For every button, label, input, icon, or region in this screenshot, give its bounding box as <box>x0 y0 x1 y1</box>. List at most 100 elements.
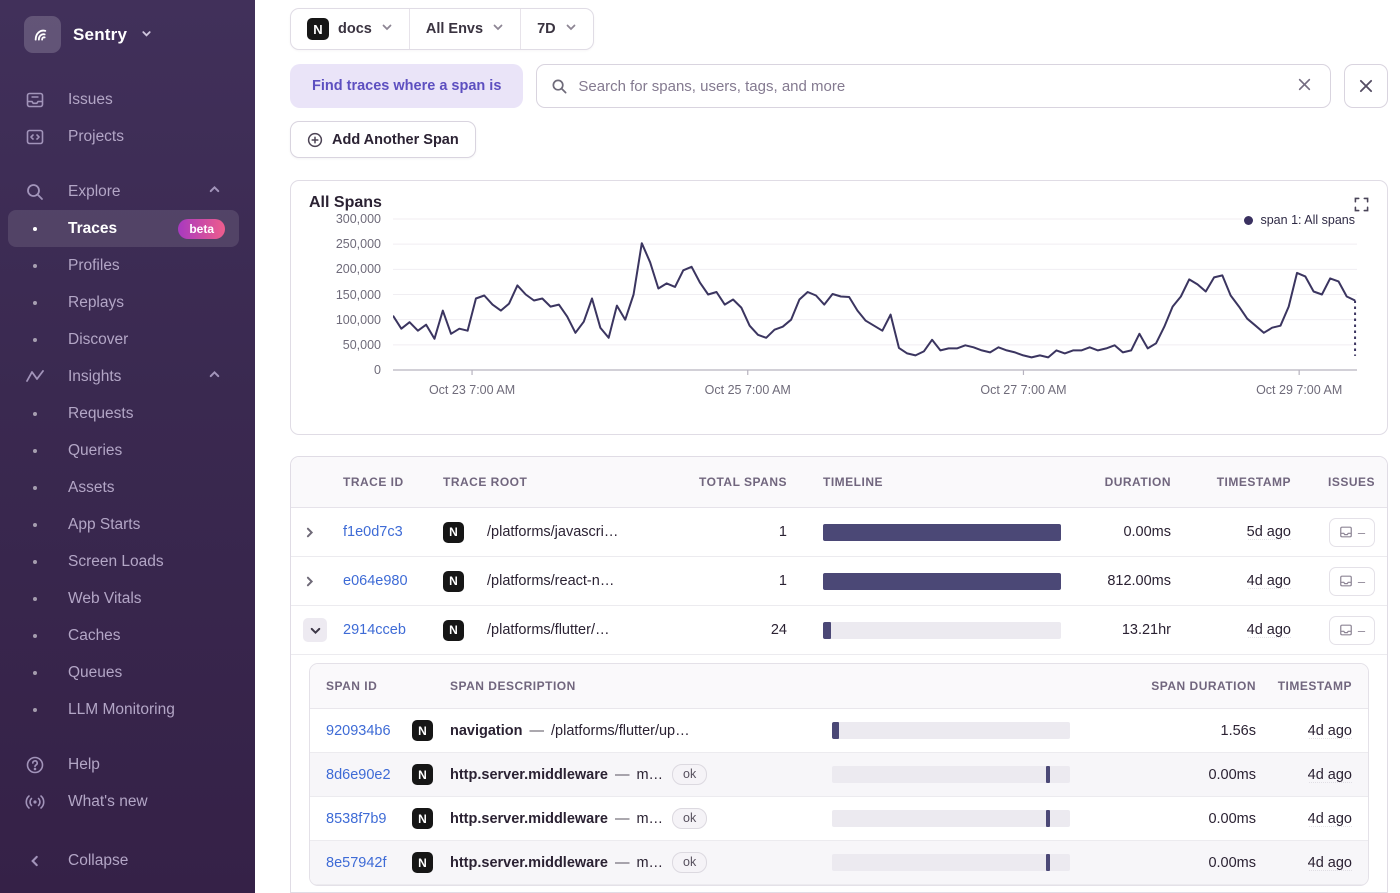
timeline-bar <box>823 621 1061 639</box>
issues-chip[interactable]: – <box>1329 615 1375 645</box>
sidebar-item-discover[interactable]: Discover <box>8 321 239 358</box>
span-description: http.server.middleware — m… ok <box>450 764 832 785</box>
sidebar-item-label: Queues <box>68 663 123 681</box>
sidebar-item-issues[interactable]: Issues <box>8 81 239 118</box>
span-id-link[interactable]: 8d6e90e2 <box>326 767 412 783</box>
sidebar-item-replays[interactable]: Replays <box>8 284 239 321</box>
x-axis-tick-label: Oct 29 7:00 AM <box>1256 383 1343 397</box>
span-id-link[interactable]: 8538f7b9 <box>326 811 412 827</box>
sidebar-item-label: Profiles <box>68 256 120 274</box>
header-span-timestamp: TIMESTAMP <box>1277 679 1352 693</box>
bullet-icon <box>24 596 46 601</box>
span-timestamp: 4d ago <box>1307 854 1352 871</box>
y-axis-tick-label: 200,000 <box>335 262 381 277</box>
sidebar-item-screen-loads[interactable]: Screen Loads <box>8 543 239 580</box>
chart-x-axis: Oct 23 7:00 AM Oct 25 7:00 AM Oct 27 7:00 … <box>393 383 1357 403</box>
sidebar-item-label: Screen Loads <box>68 552 164 570</box>
expand-row-icon[interactable] <box>303 575 343 588</box>
add-another-span-label: Add Another Span <box>332 131 459 148</box>
nextjs-platform-icon: N <box>412 764 433 785</box>
span-duration: 0.00ms <box>1208 810 1256 827</box>
sidebar-item-explore[interactable]: Explore <box>8 173 239 210</box>
sidebar-item-queues[interactable]: Queues <box>8 654 239 691</box>
sidebar-item-label: What's new <box>68 792 148 810</box>
sidebar-item-projects[interactable]: Projects <box>8 118 239 155</box>
span-timestamp: 4d ago <box>1307 722 1352 739</box>
legend-label: span 1: All spans <box>1260 213 1355 227</box>
chevron-down-icon <box>141 28 152 42</box>
sidebar-item-what-s-new[interactable]: What's new <box>8 783 239 820</box>
find-traces-label: Find traces where a span is <box>290 64 524 108</box>
sidebar-item-insights[interactable]: Insights <box>8 358 239 395</box>
issues-chip[interactable]: – <box>1329 566 1375 596</box>
trace-id-link[interactable]: f1e0d7c3 <box>343 524 443 540</box>
span-id-link[interactable]: 920934b6 <box>326 723 412 739</box>
bullet-icon <box>24 337 46 342</box>
header-duration: DURATION <box>1104 475 1171 489</box>
sidebar-item-profiles[interactable]: Profiles <box>8 247 239 284</box>
header-span-description: SPAN DESCRIPTION <box>450 679 576 693</box>
status-badge: ok <box>672 764 708 785</box>
sidebar-item-web-vitals[interactable]: Web Vitals <box>8 580 239 617</box>
remove-span-filter-button[interactable] <box>1344 64 1388 108</box>
duration: 0.00ms <box>1123 524 1171 540</box>
span-timestamp: 4d ago <box>1307 766 1352 783</box>
span-search-input[interactable] <box>578 77 1283 95</box>
span-description: navigation — /platforms/flutter/up… <box>450 722 690 739</box>
sidebar-item-label: Requests <box>68 404 134 422</box>
sidebar-item-caches[interactable]: Caches <box>8 617 239 654</box>
sidebar-footer: Help What's new Collapse <box>0 746 247 893</box>
timeline-bar <box>823 523 1061 541</box>
expand-row-icon[interactable] <box>303 526 343 539</box>
span-id-link[interactable]: 8e57942f <box>326 855 412 871</box>
bullet-icon <box>24 300 46 305</box>
main-content: N docs All Envs 7D Find traces where a s… <box>255 0 1400 893</box>
sidebar-item-help[interactable]: Help <box>8 746 239 783</box>
sidebar-item-label: Issues <box>68 90 113 108</box>
trace-id-link[interactable]: 2914cceb <box>343 622 443 638</box>
bullet-icon <box>24 263 46 268</box>
environment-selector[interactable]: All Envs <box>408 9 520 49</box>
span-row: 8e57942f N http.server.middleware — m… o… <box>310 841 1368 885</box>
table-row-expanded: 2914cceb N /platforms/flutter/… 24 13.21… <box>291 606 1387 655</box>
timeline-bar <box>823 572 1061 590</box>
sidebar-item-label: Explore <box>68 182 121 200</box>
x-axis-tick-label: Oct 27 7:00 AM <box>980 383 1067 397</box>
collapse-row-icon[interactable] <box>303 618 327 642</box>
page-filter-bar: N docs All Envs 7D <box>290 8 594 50</box>
span-description: http.server.middleware — m… ok <box>450 852 832 873</box>
project-selector[interactable]: N docs <box>291 9 409 49</box>
org-switcher[interactable]: Sentry <box>0 0 255 67</box>
sidebar-item-assets[interactable]: Assets <box>8 469 239 506</box>
y-axis-tick-label: 50,000 <box>342 337 381 352</box>
header-total-spans: TOTAL SPANS <box>699 475 787 489</box>
header-trace-id: TRACE ID <box>343 475 404 489</box>
total-spans: 1 <box>778 524 787 540</box>
trace-root: /platforms/flutter/… <box>487 622 610 638</box>
spans-table: SPAN ID SPAN DESCRIPTION SPAN DURATION T… <box>309 663 1369 886</box>
trace-id-link[interactable]: e064e980 <box>343 573 443 589</box>
date-range-selector[interactable]: 7D <box>520 9 593 49</box>
sidebar-item-requests[interactable]: Requests <box>8 395 239 432</box>
add-another-span-button[interactable]: Add Another Span <box>290 121 476 158</box>
sidebar-item-traces[interactable]: Traces beta <box>8 210 239 247</box>
expanded-spans-section: SPAN ID SPAN DESCRIPTION SPAN DURATION T… <box>291 655 1387 892</box>
header-trace-root: TRACE ROOT <box>443 475 528 489</box>
sidebar-item-app-starts[interactable]: App Starts <box>8 506 239 543</box>
span-description: http.server.middleware — m… ok <box>450 808 832 829</box>
search-icon <box>551 78 568 95</box>
app-root: Sentry Issues Projects Explore Traces beta Pr… <box>0 0 1400 893</box>
total-spans: 1 <box>778 573 787 589</box>
sidebar-item-llm-monitoring[interactable]: LLM Monitoring <box>8 691 239 728</box>
clear-search-button[interactable] <box>1293 73 1316 100</box>
chevron-down-icon <box>565 21 577 37</box>
chart-title: All Spans <box>309 194 382 211</box>
sentry-logo-icon <box>24 16 61 53</box>
sidebar-item-queries[interactable]: Queries <box>8 432 239 469</box>
issues-chip[interactable]: – <box>1329 517 1375 547</box>
sidebar-collapse-button[interactable]: Collapse <box>8 842 239 879</box>
traces-table: TRACE ID TRACE ROOT TOTAL SPANS TIMELINE… <box>290 456 1388 893</box>
date-range-label: 7D <box>537 21 556 37</box>
header-span-duration: SPAN DURATION <box>1151 679 1256 693</box>
sidebar-nav-items: Issues Projects Explore Traces beta Profiles R… <box>0 81 247 728</box>
